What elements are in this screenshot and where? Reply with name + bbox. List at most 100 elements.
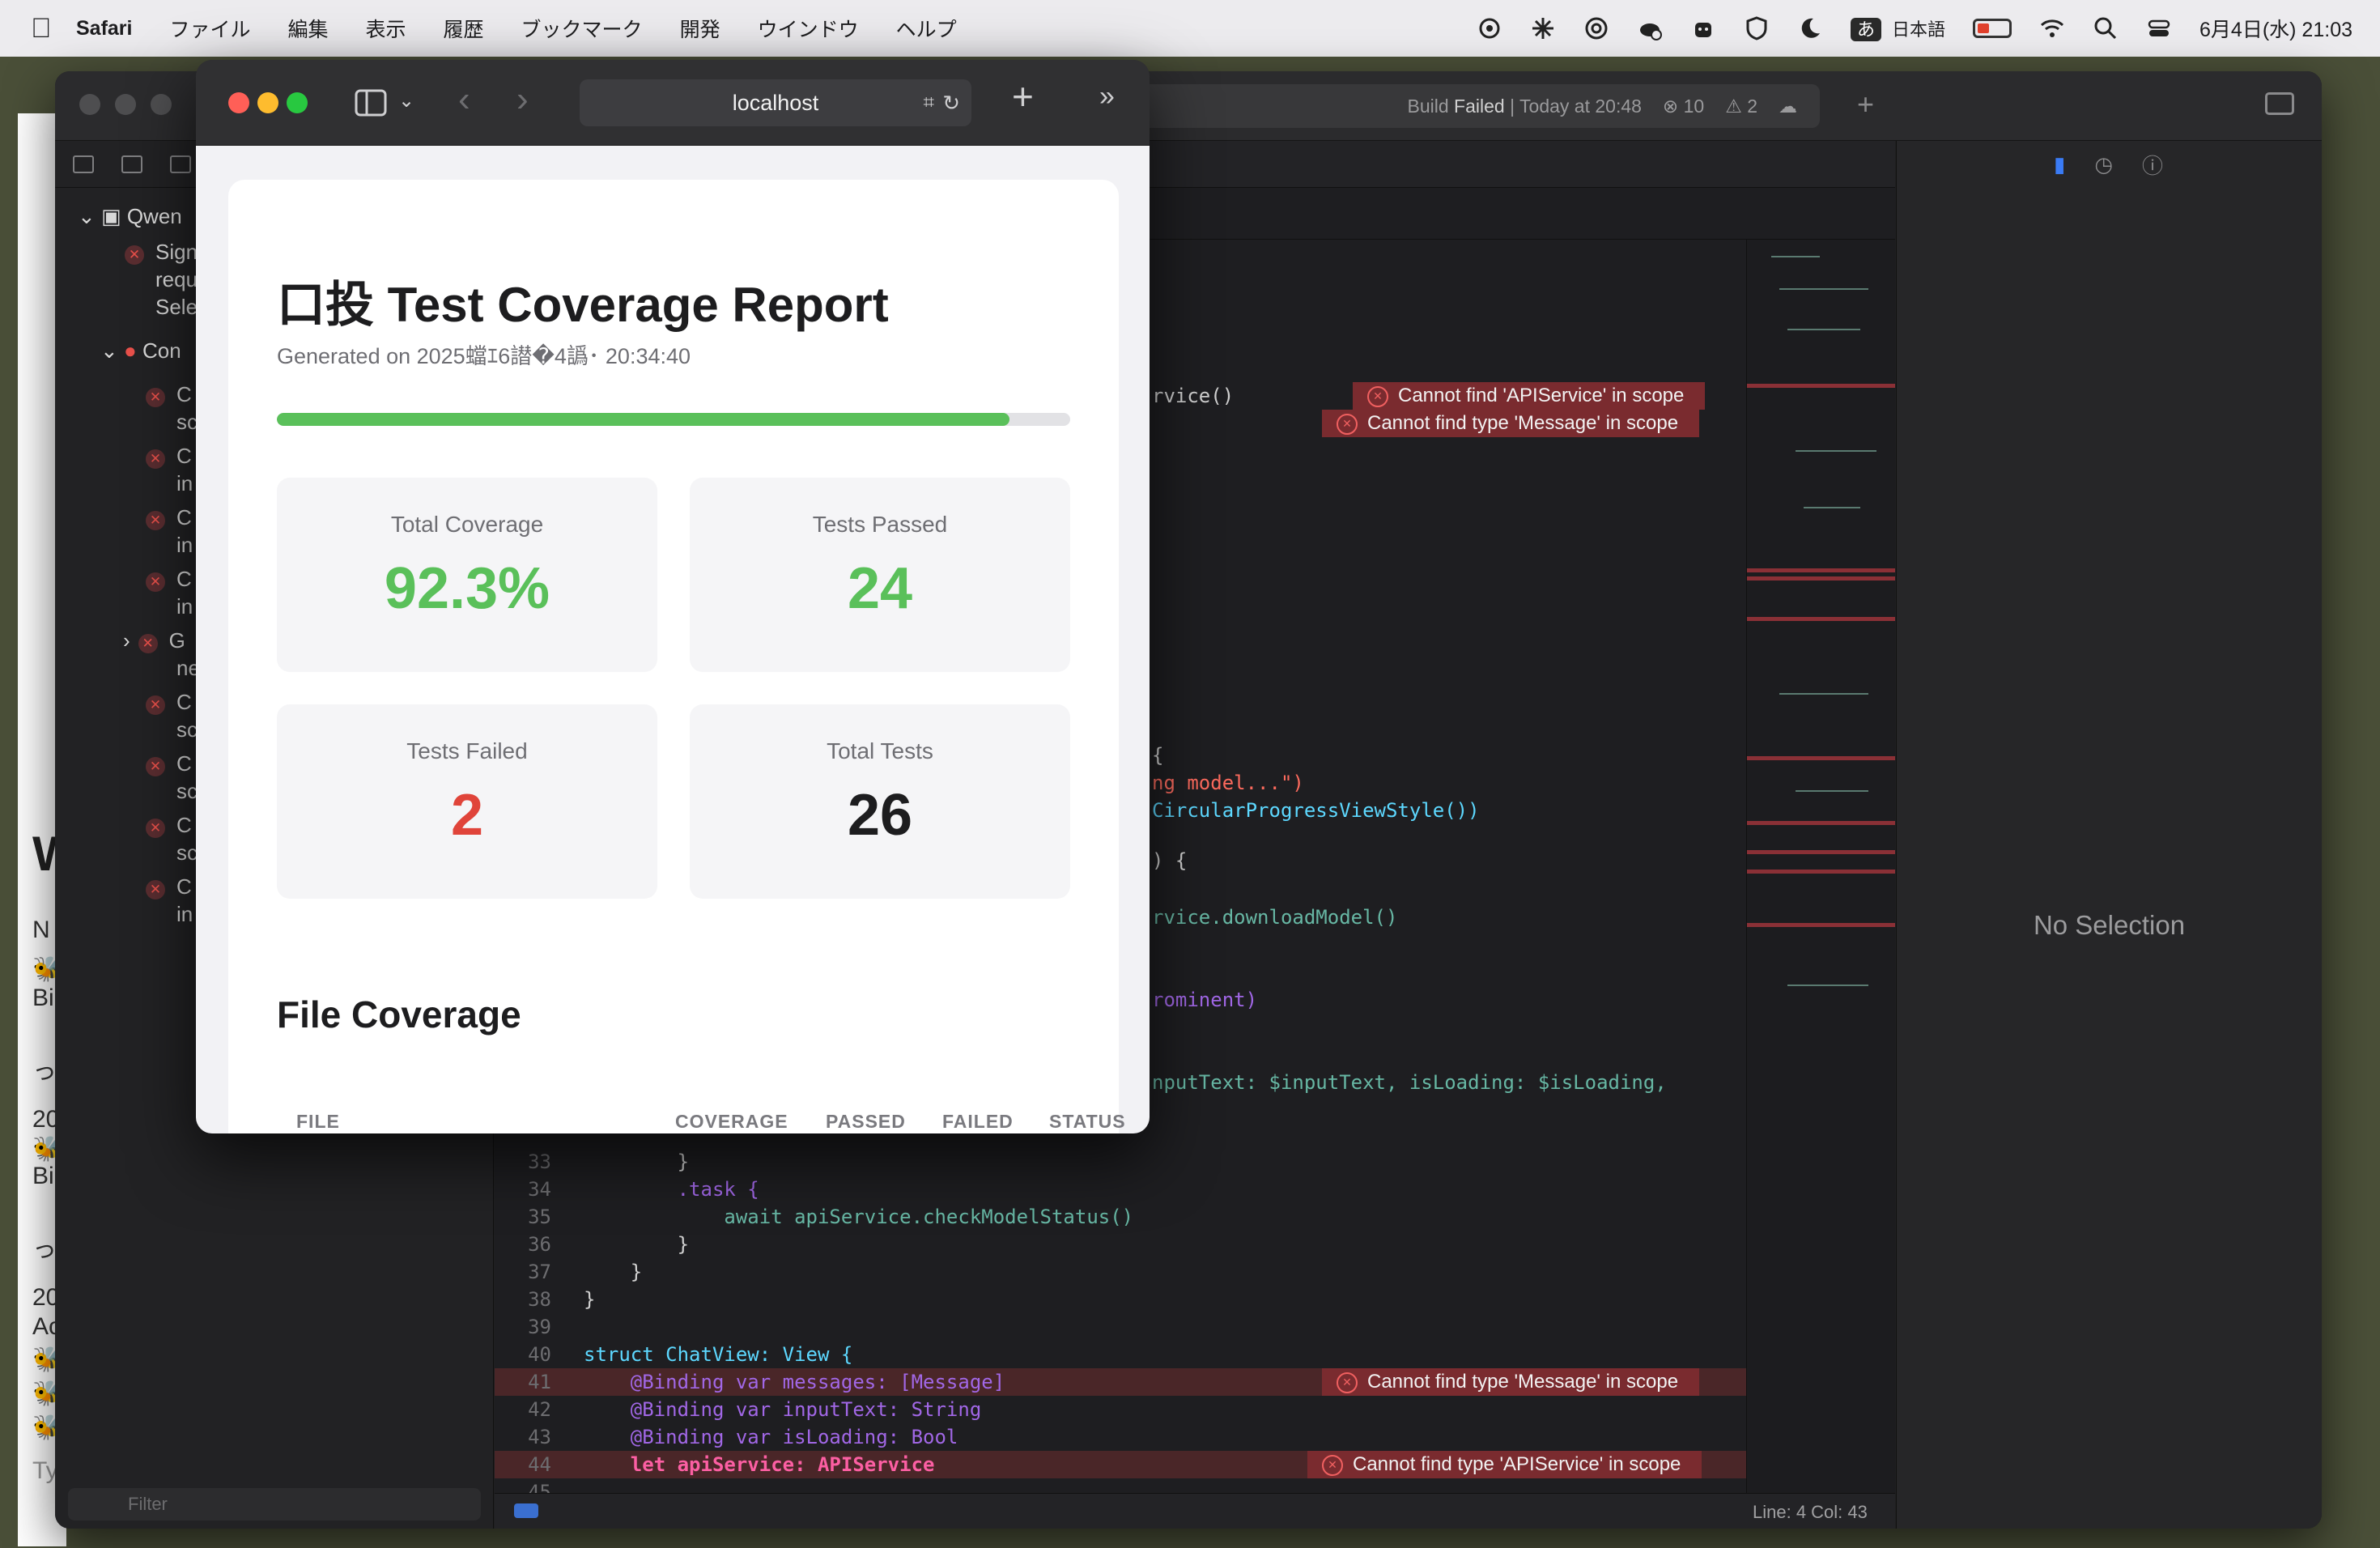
- issue-row[interactable]: › ✕ Gne: [123, 627, 200, 682]
- navigator-filter-field[interactable]: Filter: [68, 1488, 481, 1520]
- search-icon[interactable]: [2093, 15, 2119, 41]
- report-card: 口投 Test Coverage Report Generated on 202…: [228, 180, 1125, 1133]
- shield-icon[interactable]: [1744, 15, 1770, 41]
- column-header-file[interactable]: FILE: [296, 1111, 340, 1133]
- inline-error[interactable]: Cannot find type 'APIService' in scope: [1307, 1451, 1702, 1478]
- issue-row[interactable]: ✕ Cin: [146, 565, 193, 620]
- address-bar[interactable]: localhost ⌗ ↻: [580, 79, 971, 126]
- back-icon[interactable]: ‹: [458, 79, 470, 120]
- issue-group[interactable]: ⌄ ● Con: [100, 338, 181, 364]
- tab-overview-icon[interactable]: »: [1099, 81, 1115, 113]
- chevron-right-icon[interactable]: ›: [123, 628, 130, 653]
- issue-row[interactable]: ✕ Cin: [146, 442, 193, 497]
- code-line[interactable]: 34 .task {: [495, 1176, 1746, 1203]
- menu-app-safari[interactable]: Safari: [76, 17, 132, 40]
- control-center-icon[interactable]: [2146, 15, 2172, 41]
- xcode-close-button[interactable]: [79, 94, 100, 115]
- menu-file[interactable]: ファイル: [169, 14, 250, 43]
- safari-zoom-button[interactable]: [287, 92, 308, 113]
- column-header-coverage[interactable]: COVERAGE: [675, 1111, 788, 1133]
- stat-label: Total Tests: [827, 738, 933, 763]
- build-status-bar[interactable]: Build Failed | Today at 20:48 ⊗ 10 ⚠ 2 ☁: [1132, 84, 1820, 128]
- code-minimap[interactable]: [1746, 240, 1895, 1495]
- robot-icon[interactable]: [1690, 15, 1716, 41]
- code-line[interactable]: 36 }: [495, 1231, 1746, 1258]
- history-inspector-icon[interactable]: ◷: [2094, 152, 2113, 177]
- apple-menu-icon[interactable]: : [31, 13, 76, 45]
- issue-signing[interactable]: ✕ Sign requ Sele: [125, 238, 198, 321]
- asterisk-icon[interactable]: [1530, 15, 1556, 41]
- folder-icon[interactable]: [73, 155, 94, 173]
- bookmark-icon[interactable]: [170, 155, 191, 173]
- error-count[interactable]: ⊗ 10: [1663, 96, 1704, 117]
- chevron-down-icon[interactable]: ⌄: [398, 89, 414, 113]
- moon-icon[interactable]: [1797, 15, 1823, 41]
- background-text-n: N: [32, 916, 50, 943]
- background-input-text[interactable]: Ty: [32, 1457, 58, 1485]
- safari-close-button[interactable]: [228, 92, 249, 113]
- inline-error[interactable]: Cannot find type 'Message' in scope: [1322, 1368, 1700, 1396]
- error-icon: ⊗: [1662, 95, 1684, 117]
- cloud-icon[interactable]: [1637, 15, 1663, 41]
- source-control-icon[interactable]: [121, 155, 142, 173]
- cloud-icon[interactable]: ☁: [1779, 96, 1797, 117]
- menu-bookmarks[interactable]: ブックマーク: [521, 14, 643, 43]
- menu-view[interactable]: 表示: [366, 14, 406, 43]
- code-line[interactable]: 37 }: [495, 1258, 1746, 1286]
- warning-count[interactable]: ⚠ 2: [1725, 96, 1757, 117]
- menu-window[interactable]: ウインドウ: [758, 14, 859, 43]
- issue-row[interactable]: ✕ Csc: [146, 688, 198, 743]
- wifi-icon[interactable]: [2039, 15, 2065, 41]
- error-icon: ✕: [146, 449, 165, 469]
- menu-history[interactable]: 履歴: [444, 14, 484, 43]
- sidebar-icon[interactable]: [355, 89, 387, 117]
- error-icon: ✕: [138, 634, 158, 653]
- code-line[interactable]: 38}: [495, 1286, 1746, 1313]
- error-icon: ✕: [146, 695, 165, 715]
- breakpoint-toggle-icon[interactable]: [514, 1503, 538, 1518]
- background-text-b1: Bi: [32, 985, 54, 1011]
- issue-row[interactable]: ✕ Csc: [146, 381, 198, 436]
- new-tab-icon[interactable]: +: [1012, 74, 1034, 118]
- at-sign-icon[interactable]: [1583, 15, 1609, 41]
- battery-icon[interactable]: [1973, 19, 2012, 38]
- code-line[interactable]: 39: [495, 1313, 1746, 1341]
- error-icon: ✕: [125, 245, 144, 265]
- menu-edit[interactable]: 編集: [288, 14, 329, 43]
- code-line[interactable]: 43 @Binding var isLoading: Bool: [495, 1423, 1746, 1451]
- inline-error[interactable]: Cannot find 'APIService' in scope: [1353, 382, 1706, 410]
- reload-icon[interactable]: ↻: [942, 79, 960, 126]
- inspector-toggle-icon[interactable]: [2265, 92, 2294, 115]
- menu-help[interactable]: ヘルプ: [896, 14, 957, 43]
- xcode-minimize-button[interactable]: [115, 94, 136, 115]
- safari-minimize-button[interactable]: [257, 92, 278, 113]
- stat-label: Tests Failed: [406, 738, 528, 763]
- column-header-status[interactable]: STATUS: [1049, 1111, 1126, 1133]
- help-inspector-icon[interactable]: ⓘ: [2142, 150, 2163, 180]
- issue-row[interactable]: ✕ Csc: [146, 811, 198, 866]
- issue-row[interactable]: ✕ Cin: [146, 873, 193, 928]
- input-method-group[interactable]: あ 日本語: [1851, 15, 1945, 41]
- issue-row[interactable]: ✕ Csc: [146, 750, 198, 805]
- page-title: 口投 Test Coverage Report: [277, 278, 889, 332]
- translate-icon[interactable]: ⌗: [923, 79, 934, 126]
- code-line[interactable]: 35 await apiService.checkModelStatus(): [495, 1203, 1746, 1231]
- xcode-zoom-button[interactable]: [151, 94, 172, 115]
- code-line[interactable]: 40 struct ChatView: View {: [495, 1341, 1746, 1368]
- clock[interactable]: 6月4日(水) 21:03: [2199, 14, 2352, 43]
- add-tab-button[interactable]: +: [1857, 87, 1874, 121]
- web-page: 口投 Test Coverage Report Generated on 202…: [196, 146, 1150, 1133]
- stat-card-total-tests: Total Tests 26: [690, 704, 1070, 899]
- code-line[interactable]: 42 @Binding var inputText: String: [495, 1396, 1746, 1423]
- inline-error[interactable]: Cannot find type 'Message' in scope: [1322, 410, 1700, 437]
- forward-icon[interactable]: ›: [516, 79, 529, 120]
- menu-develop[interactable]: 開発: [680, 14, 720, 43]
- issue-row[interactable]: ✕ Cin: [146, 504, 193, 559]
- openai-icon[interactable]: [1477, 15, 1502, 41]
- stat-value: 2: [450, 783, 484, 848]
- column-header-failed[interactable]: FAILED: [942, 1111, 1014, 1133]
- file-inspector-icon[interactable]: ▮: [2054, 152, 2065, 177]
- column-header-passed[interactable]: PASSED: [826, 1111, 906, 1133]
- code-line[interactable]: 33 }: [495, 1148, 1746, 1176]
- project-root[interactable]: ⌄ ▣ Qwen: [78, 204, 182, 229]
